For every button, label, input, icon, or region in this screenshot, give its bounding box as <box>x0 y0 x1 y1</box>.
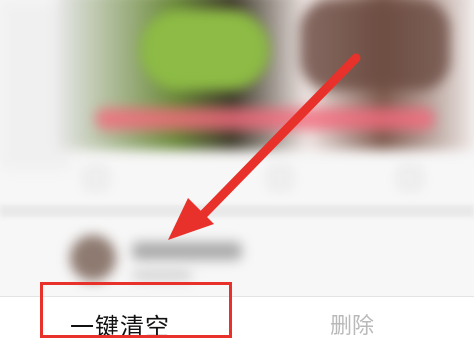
comment-action <box>270 168 310 190</box>
annotation-highlight-box <box>40 282 232 338</box>
comment-icon <box>270 168 290 188</box>
post-image-caption <box>95 108 435 130</box>
share-icon <box>400 168 420 188</box>
post-image-dish <box>300 0 450 90</box>
post-image-food <box>140 10 270 90</box>
blurred-feed <box>0 0 474 296</box>
feed-divider <box>0 205 474 217</box>
like-action <box>86 168 166 190</box>
post-meta <box>132 270 192 280</box>
avatar <box>70 235 116 281</box>
share-action <box>400 168 440 190</box>
delete-button[interactable]: 删除 <box>330 312 374 342</box>
like-icon <box>86 168 106 188</box>
post-author-name <box>132 242 242 260</box>
